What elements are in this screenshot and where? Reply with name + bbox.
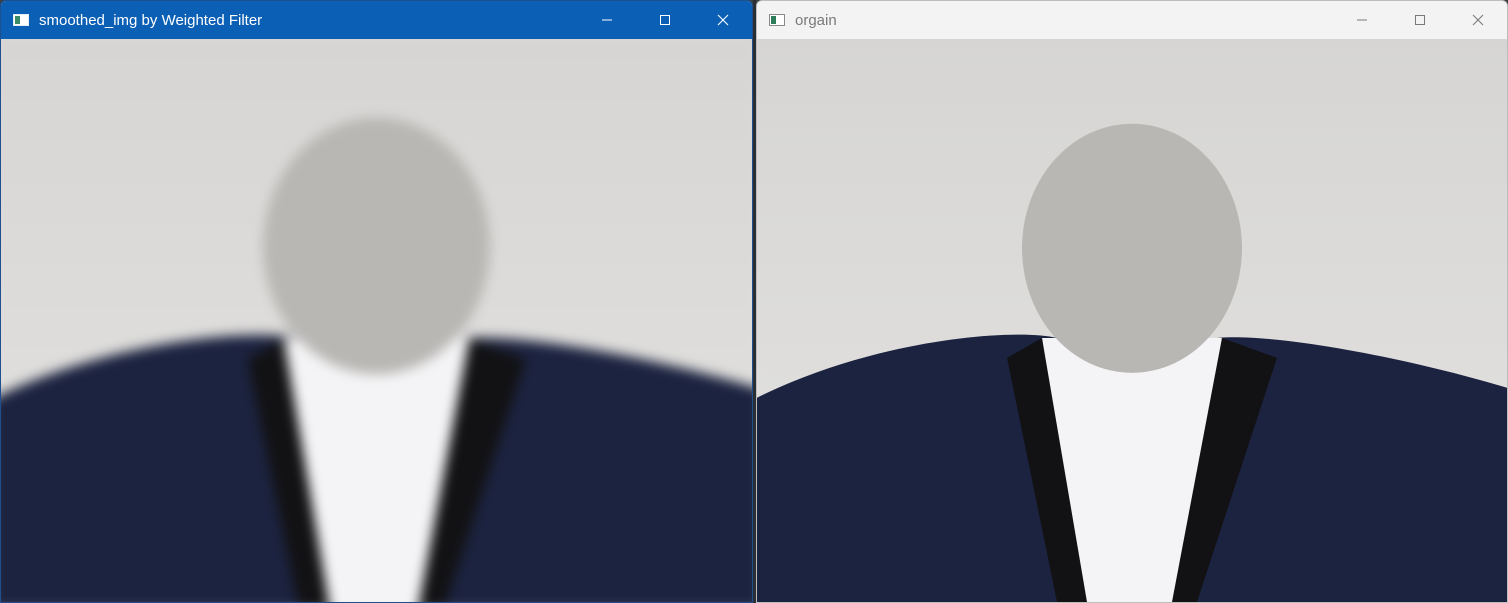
- app-window-icon: [769, 14, 785, 26]
- original-image-window: orgain: [756, 0, 1508, 603]
- close-icon: [717, 14, 729, 26]
- window-title: orgain: [795, 11, 837, 29]
- maximize-button[interactable]: [636, 1, 694, 39]
- portrait-placeholder-blurred: [1, 39, 752, 602]
- maximize-button[interactable]: [1391, 1, 1449, 39]
- close-button[interactable]: [1449, 1, 1507, 39]
- minimize-icon: [1357, 19, 1367, 21]
- portrait-placeholder: [757, 39, 1507, 602]
- window-controls: [578, 1, 752, 39]
- minimize-button[interactable]: [1333, 1, 1391, 39]
- original-image-canvas: [757, 39, 1507, 602]
- maximize-icon: [1415, 15, 1425, 25]
- close-icon: [1472, 14, 1484, 26]
- app-window-icon: [13, 14, 29, 26]
- close-button[interactable]: [694, 1, 752, 39]
- window-controls: [1333, 1, 1507, 39]
- minimize-icon: [602, 19, 612, 21]
- window-titlebar[interactable]: smoothed_img by Weighted Filter: [1, 1, 752, 39]
- smoothed-image-canvas: [1, 39, 752, 602]
- maximize-icon: [660, 15, 670, 25]
- window-title: smoothed_img by Weighted Filter: [39, 11, 263, 29]
- minimize-button[interactable]: [578, 1, 636, 39]
- window-titlebar[interactable]: orgain: [757, 1, 1507, 39]
- smoothed-image-window: smoothed_img by Weighted Filter: [0, 0, 753, 603]
